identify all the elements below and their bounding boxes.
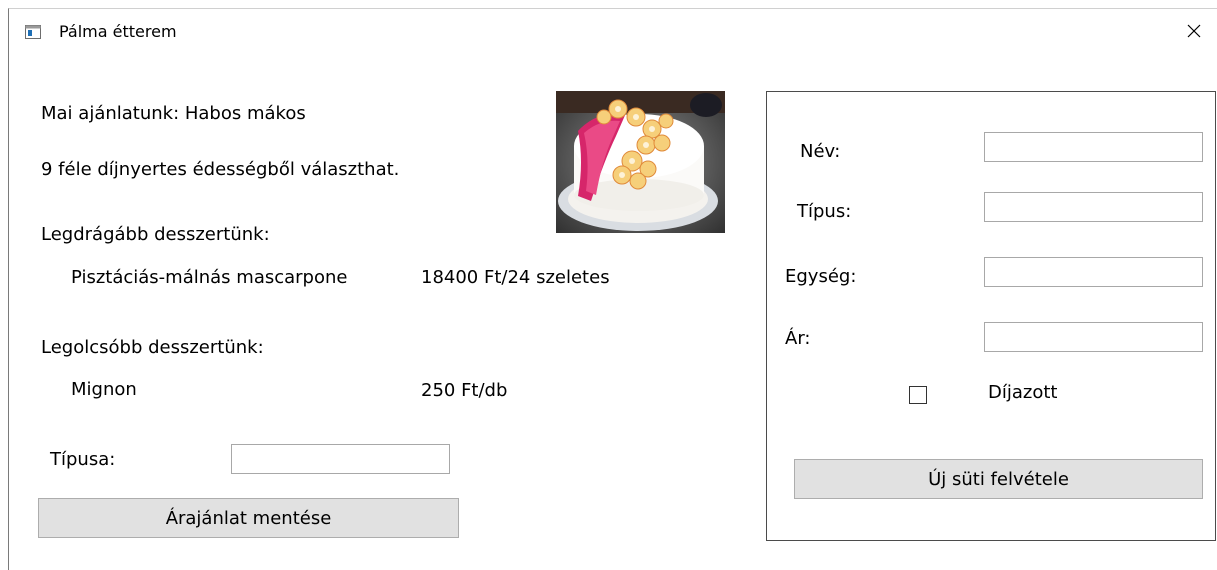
most-expensive-price: 18400 Ft/24 szeletes [421,267,610,288]
unit-input[interactable] [984,257,1203,287]
daily-offer-text: Mai ajánlatunk: Habos mákos [41,103,306,124]
window-title: Pálma étterem [59,22,177,41]
title-bar: Pálma étterem [9,9,1217,57]
cheapest-price: 250 Ft/db [421,380,508,401]
cake-type-label: Típus: [797,201,852,222]
awarded-checkbox[interactable] [909,386,927,404]
most-expensive-name: Pisztáciás-málnás mascarpone [71,267,348,288]
add-cake-button[interactable]: Új süti felvétele [794,459,1203,499]
cheapest-heading: Legolcsóbb desszertünk: [41,337,264,358]
price-input[interactable] [984,322,1203,352]
type-label: Típusa: [50,449,116,470]
price-label: Ár: [785,328,811,349]
awarded-label: Díjazott [988,382,1058,403]
choice-count-text: 9 féle díjnyertes édességből választhat. [41,159,400,180]
close-icon [1187,24,1201,38]
name-input[interactable] [984,132,1203,162]
type-input[interactable] [231,444,450,474]
name-label: Név: [800,141,841,162]
close-button[interactable] [1171,11,1217,51]
unit-label: Egység: [785,266,857,287]
cake-type-input[interactable] [984,192,1203,222]
main-window: Pálma étterem Mai ajánlatunk: Habos máko… [8,8,1217,570]
cake-photo [556,91,725,233]
save-quote-button[interactable]: Árajánlat mentése [38,498,459,538]
most-expensive-heading: Legdrágább desszertünk: [41,224,270,245]
cheapest-name: Mignon [71,379,137,400]
window-app-icon [25,25,41,39]
